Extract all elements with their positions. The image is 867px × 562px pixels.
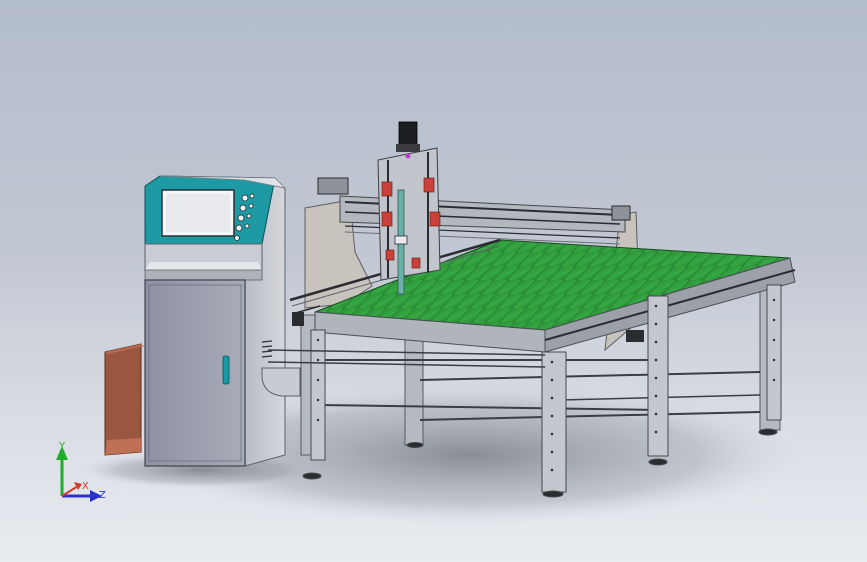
graphics-viewport[interactable]: Y X Z — [0, 0, 867, 562]
z-axis-carriage — [377, 121, 441, 295]
y-axis-label: Y — [59, 441, 66, 452]
cutting-bed — [289, 238, 796, 353]
cad-model-scene[interactable] — [0, 0, 867, 562]
door-handle — [222, 355, 230, 385]
x-axis-label: X — [82, 481, 89, 492]
z-axis-label: Z — [99, 490, 106, 501]
gantry-beam — [317, 177, 631, 245]
cabinet-door — [144, 279, 246, 467]
exhaust-duct-box — [104, 343, 144, 456]
control-cabinet — [144, 175, 287, 467]
spindle-motor — [398, 121, 418, 147]
